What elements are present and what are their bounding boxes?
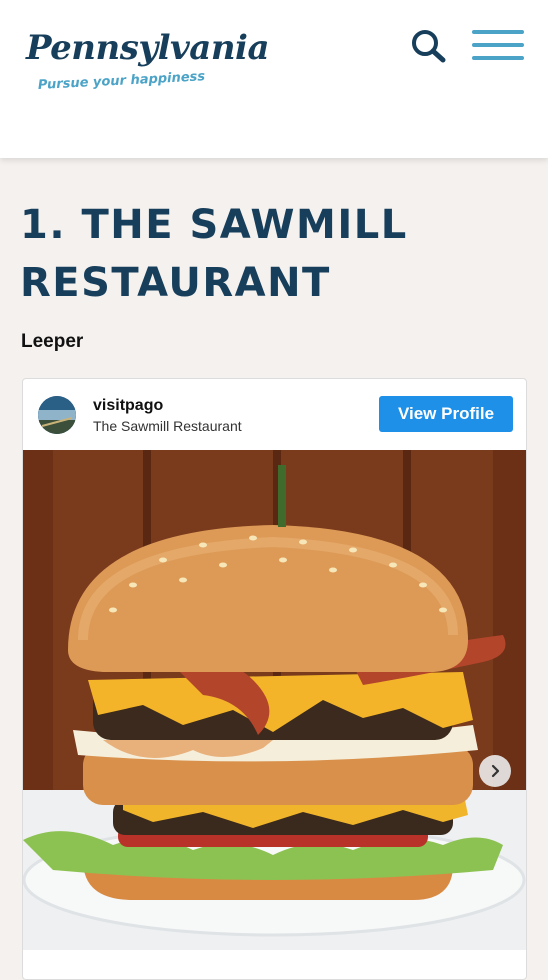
logo-wordmark: Pennsylvania — [26, 28, 270, 68]
logo-tagline: Pursue your happiness — [37, 69, 206, 93]
instagram-embed-card: visitpago The Sawmill Restaurant View Pr… — [22, 378, 527, 980]
instagram-username[interactable]: visitpago — [93, 397, 163, 415]
page-title: 1. The Sawmill Restaurant — [20, 202, 408, 306]
search-icon[interactable] — [410, 28, 450, 66]
chevron-right-icon — [491, 764, 500, 778]
site-header: Pennsylvania Pursue your happiness — [0, 0, 548, 158]
profile-avatar[interactable] — [38, 396, 76, 434]
instagram-location: The Sawmill Restaurant — [93, 418, 242, 434]
burger-photo[interactable] — [23, 450, 526, 950]
carousel-next-button[interactable] — [479, 755, 511, 787]
location-label: Leeper — [21, 331, 84, 352]
view-profile-button[interactable]: View Profile — [379, 396, 513, 432]
pennsylvania-logo[interactable]: Pennsylvania Pursue your happiness — [26, 28, 270, 108]
hamburger-menu-icon[interactable] — [472, 28, 524, 62]
